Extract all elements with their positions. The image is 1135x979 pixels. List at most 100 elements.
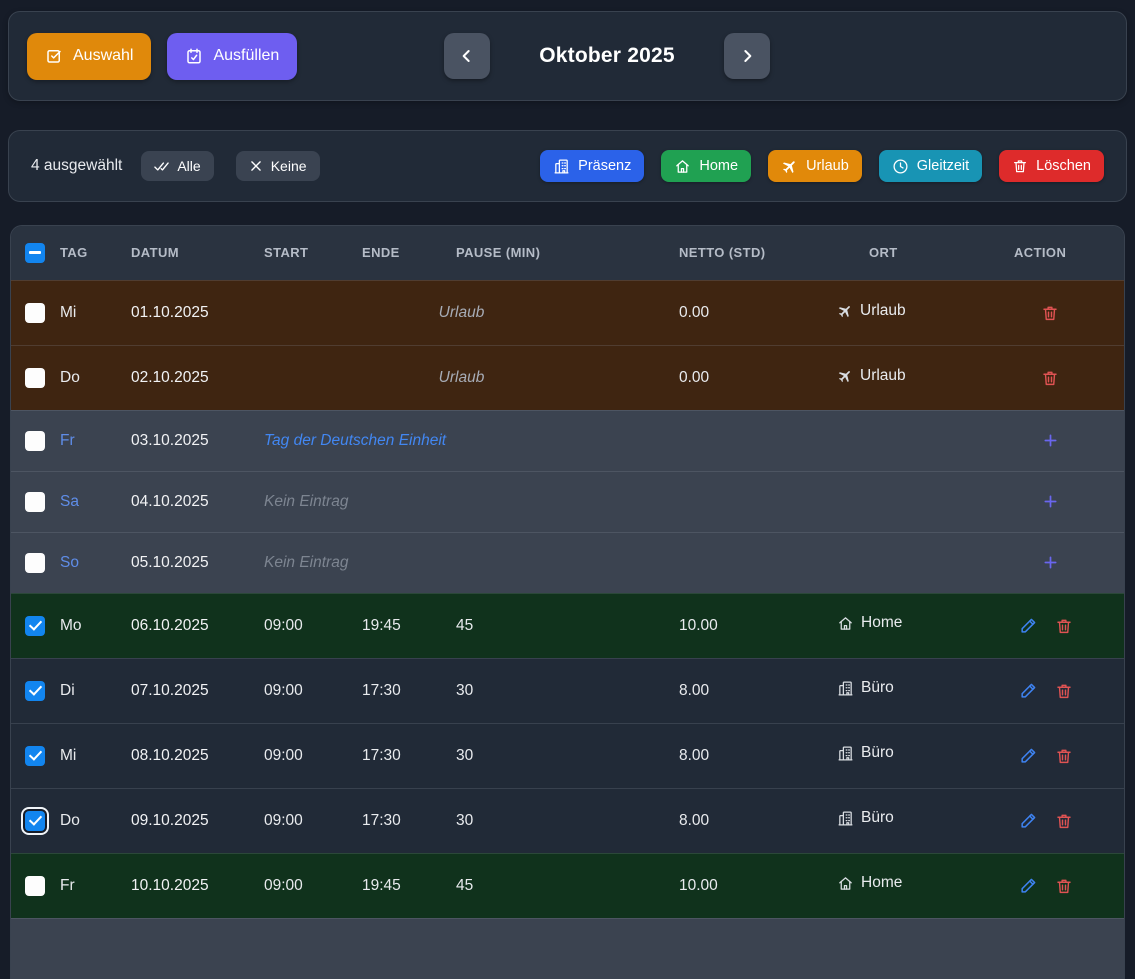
row-checkbox[interactable] [25, 431, 45, 451]
home-icon [837, 615, 854, 632]
chevron-left-icon [457, 46, 477, 66]
action-cell [1004, 853, 1125, 918]
ort-cell: Urlaub [827, 280, 1004, 345]
day-cell: Mo [60, 593, 121, 658]
date-cell: 03.10.2025 [121, 410, 254, 471]
start-cell: 09:00 [254, 723, 352, 788]
row-checkbox[interactable] [25, 811, 45, 831]
delete-entry-button[interactable] [1054, 876, 1074, 896]
ort-cell: Büro [827, 788, 1004, 853]
delete-entry-button[interactable] [1040, 368, 1060, 388]
day-cell: Di [60, 658, 121, 723]
action-cell [1004, 723, 1125, 788]
ort-label: Büro [861, 679, 894, 697]
select-all-checkbox[interactable] [25, 243, 45, 263]
col-header-datum: DATUM [121, 226, 254, 280]
ort-cell: Home [827, 853, 1004, 918]
building-icon [553, 158, 570, 175]
pause-cell: 30 [446, 788, 669, 853]
urlaub-button[interactable]: Urlaub [768, 150, 862, 182]
edit-entry-button[interactable] [1018, 746, 1038, 766]
ausfuellen-label: Ausfüllen [213, 47, 279, 65]
day-cell: So [60, 532, 121, 593]
date-cell: 10.10.2025 [121, 853, 254, 918]
delete-entry-button[interactable] [1054, 811, 1074, 831]
add-entry-button[interactable] [1040, 553, 1060, 573]
double-check-icon [154, 159, 169, 174]
delete-entry-button[interactable] [1054, 681, 1074, 701]
action-cell [1004, 658, 1125, 723]
action-cell [1004, 410, 1125, 471]
trash-icon [1055, 747, 1073, 765]
ausfuellen-button[interactable]: Ausfüllen [167, 33, 297, 80]
delete-entry-button[interactable] [1054, 746, 1074, 766]
edit-entry-button[interactable] [1018, 681, 1038, 701]
plane-icon [837, 303, 853, 319]
netto-cell [669, 471, 827, 532]
pencil-icon [1019, 876, 1038, 895]
bulk-actions: Präsenz Home Urlaub Gleitzeit Löschen [540, 150, 1104, 182]
delete-entry-button[interactable] [1054, 616, 1074, 636]
col-header-start: START [254, 226, 352, 280]
row-checkbox[interactable] [25, 746, 45, 766]
netto-cell: 10.00 [669, 853, 827, 918]
calendar-check-icon [185, 47, 203, 65]
add-entry-button[interactable] [1040, 431, 1060, 451]
auswahl-button[interactable]: Auswahl [27, 33, 151, 80]
table-row-partial [11, 918, 1125, 979]
trash-icon [1055, 812, 1073, 830]
plane-icon [837, 368, 853, 384]
table-row: Mo06.10.202509:0019:454510.00Home [11, 593, 1125, 658]
next-month-button[interactable] [724, 33, 770, 79]
ort-label: Büro [861, 809, 894, 827]
date-cell: 01.10.2025 [121, 280, 254, 345]
delete-entry-button[interactable] [1040, 303, 1060, 323]
pause-cell: 30 [446, 723, 669, 788]
time-entries-table: TAG DATUM START ENDE PAUSE (MIN) NETTO (… [10, 225, 1125, 979]
pause-cell: 45 [446, 593, 669, 658]
home-button[interactable]: Home [661, 150, 751, 182]
trash-icon [1055, 617, 1073, 635]
table-header-row: TAG DATUM START ENDE PAUSE (MIN) NETTO (… [11, 226, 1125, 280]
select-all-button[interactable]: Alle [141, 151, 213, 181]
row-checkbox[interactable] [25, 303, 45, 323]
previous-month-button[interactable] [444, 33, 490, 79]
row-checkbox[interactable] [25, 876, 45, 896]
date-cell: 04.10.2025 [121, 471, 254, 532]
ende-cell: 19:45 [352, 593, 446, 658]
edit-entry-button[interactable] [1018, 811, 1038, 831]
netto-cell: 8.00 [669, 723, 827, 788]
table-row: Sa04.10.2025Kein Eintrag [11, 471, 1125, 532]
date-cell: 02.10.2025 [121, 345, 254, 410]
table-row: Di07.10.202509:0017:30308.00Büro [11, 658, 1125, 723]
table-row: Fr03.10.2025Tag der Deutschen Einheit [11, 410, 1125, 471]
day-cell: Mi [60, 723, 121, 788]
praesenz-button[interactable]: Präsenz [540, 150, 644, 182]
row-checkbox[interactable] [25, 681, 45, 701]
action-cell [1004, 280, 1125, 345]
start-cell: 09:00 [254, 658, 352, 723]
select-none-button[interactable]: Keine [236, 151, 320, 181]
gleitzeit-button[interactable]: Gleitzeit [879, 150, 982, 182]
edit-entry-button[interactable] [1018, 616, 1038, 636]
ort-cell: Urlaub [827, 345, 1004, 410]
row-checkbox[interactable] [25, 492, 45, 512]
ort-cell [827, 471, 1004, 532]
col-header-tag: TAG [60, 226, 121, 280]
ende-cell: 19:45 [352, 853, 446, 918]
plus-icon [1041, 492, 1060, 511]
ende-cell: 17:30 [352, 658, 446, 723]
pencil-icon [1019, 746, 1038, 765]
loeschen-button[interactable]: Löschen [999, 150, 1104, 182]
special-cell: Kein Eintrag [254, 532, 669, 593]
month-title: Oktober 2025 [490, 44, 724, 68]
edit-entry-button[interactable] [1018, 876, 1038, 896]
ort-cell [827, 410, 1004, 471]
col-header-pause: PAUSE (MIN) [446, 226, 669, 280]
row-checkbox[interactable] [25, 616, 45, 636]
row-checkbox[interactable] [25, 553, 45, 573]
add-entry-button[interactable] [1040, 492, 1060, 512]
plus-icon [1041, 553, 1060, 572]
row-checkbox[interactable] [25, 368, 45, 388]
table-row: So05.10.2025Kein Eintrag [11, 532, 1125, 593]
